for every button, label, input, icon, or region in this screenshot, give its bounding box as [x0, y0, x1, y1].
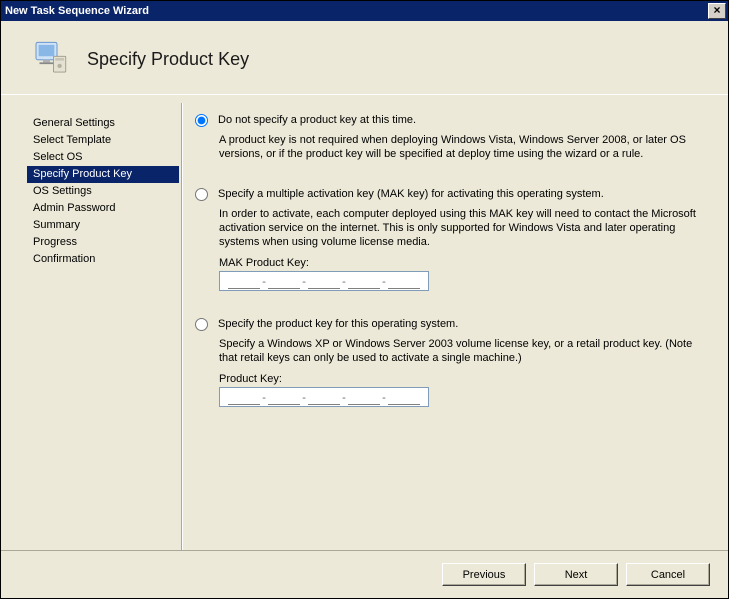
- titlebar: New Task Sequence Wizard ×: [1, 1, 728, 21]
- option-retail-desc: Specify a Windows XP or Windows Server 2…: [219, 337, 706, 365]
- wizard-header: Specify Product Key: [1, 21, 728, 94]
- retail-key-input[interactable]: - - - -: [219, 387, 429, 407]
- wizard-footer: Previous Next Cancel: [1, 550, 728, 598]
- sidebar-item-specify-product-key[interactable]: Specify Product Key: [27, 166, 179, 183]
- close-icon: ×: [713, 3, 720, 17]
- page-title: Specify Product Key: [87, 49, 249, 70]
- option-no-key-label: Do not specify a product key at this tim…: [218, 113, 706, 127]
- sidebar-item-confirmation[interactable]: Confirmation: [27, 251, 179, 268]
- sidebar-item-select-os[interactable]: Select OS: [27, 149, 179, 166]
- cancel-button[interactable]: Cancel: [626, 563, 710, 586]
- option-retail-group: Specify the product key for this operati…: [195, 317, 706, 407]
- sidebar-item-os-settings[interactable]: OS Settings: [27, 183, 179, 200]
- radio-retail[interactable]: [195, 318, 208, 331]
- option-no-key-group: Do not specify a product key at this tim…: [195, 113, 706, 161]
- sidebar-item-admin-password[interactable]: Admin Password: [27, 200, 179, 217]
- option-mak[interactable]: Specify a multiple activation key (MAK k…: [195, 187, 706, 201]
- radio-mak[interactable]: [195, 188, 208, 201]
- sidebar-item-progress[interactable]: Progress: [27, 234, 179, 251]
- radio-no-key[interactable]: [195, 114, 208, 127]
- option-no-key[interactable]: Do not specify a product key at this tim…: [195, 113, 706, 127]
- next-button[interactable]: Next: [534, 563, 618, 586]
- mak-key-input[interactable]: - - - -: [219, 271, 429, 291]
- option-retail-label: Specify the product key for this operati…: [218, 317, 706, 331]
- wizard-steps-sidebar: General Settings Select Template Select …: [11, 103, 181, 584]
- sidebar-item-general-settings[interactable]: General Settings: [27, 115, 179, 132]
- wizard-icon: [29, 37, 71, 82]
- content-pane: Do not specify a product key at this tim…: [191, 103, 718, 584]
- option-retail[interactable]: Specify the product key for this operati…: [195, 317, 706, 331]
- option-mak-label: Specify a multiple activation key (MAK k…: [218, 187, 706, 201]
- option-mak-group: Specify a multiple activation key (MAK k…: [195, 187, 706, 291]
- option-mak-desc: In order to activate, each computer depl…: [219, 207, 706, 249]
- mak-key-label: MAK Product Key:: [219, 257, 706, 269]
- option-no-key-desc: A product key is not required when deplo…: [219, 133, 706, 161]
- sidebar-item-select-template[interactable]: Select Template: [27, 132, 179, 149]
- window-title: New Task Sequence Wizard: [5, 5, 149, 17]
- previous-button[interactable]: Previous: [442, 563, 526, 586]
- sidebar-item-summary[interactable]: Summary: [27, 217, 179, 234]
- vertical-divider: [181, 103, 183, 584]
- retail-key-label: Product Key:: [219, 373, 706, 385]
- close-button[interactable]: ×: [708, 3, 726, 19]
